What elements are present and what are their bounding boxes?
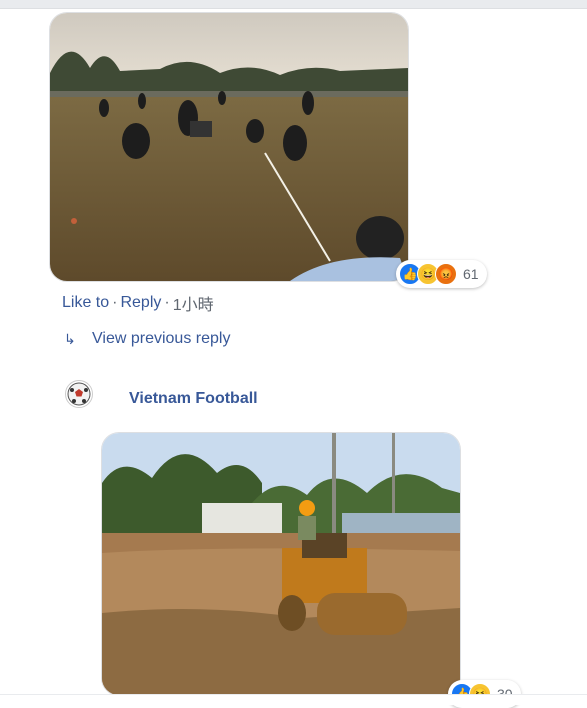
separator-dot: · xyxy=(112,294,118,311)
angry-icon: 😡 xyxy=(435,263,457,285)
reaction-summary[interactable]: 👍 😆 😡 61 xyxy=(396,260,487,288)
view-previous-reply-link[interactable]: ↳ View previous reply xyxy=(64,330,230,348)
top-divider xyxy=(0,0,587,9)
comment-timestamp[interactable]: 1小時 xyxy=(173,291,214,315)
comment-author: Vietnam Football xyxy=(65,380,258,408)
road-roller-image xyxy=(102,433,460,695)
comment-photo-road-roller[interactable] xyxy=(101,432,461,696)
field-workers-image xyxy=(50,13,408,281)
reply-arrow-icon: ↳ xyxy=(64,330,76,347)
bottom-divider xyxy=(0,694,587,705)
separator-dot: · xyxy=(164,294,170,311)
reaction-count: 61 xyxy=(463,266,479,282)
reply-link[interactable]: Reply xyxy=(120,294,161,312)
comment-photo-field-workers[interactable] xyxy=(49,12,409,282)
avatar[interactable] xyxy=(65,380,93,408)
soccer-ball-icon xyxy=(67,382,91,406)
like-link[interactable]: Like to xyxy=(62,294,109,312)
author-name[interactable]: Vietnam Football xyxy=(129,390,258,408)
view-previous-label: View previous reply xyxy=(92,330,231,347)
comment-actions: Like to · Reply · 1小時 xyxy=(62,291,214,315)
